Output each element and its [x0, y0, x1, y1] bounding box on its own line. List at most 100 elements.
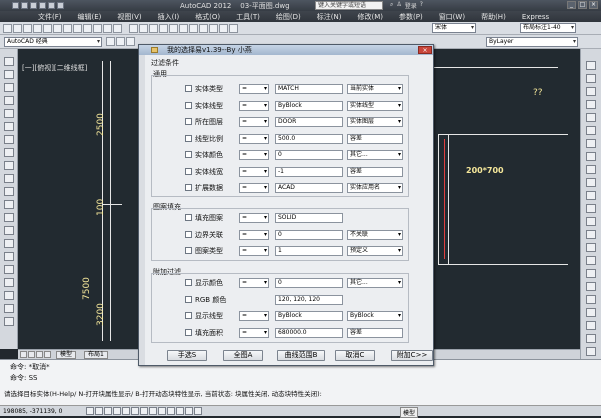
operator-dropdown[interactable]: = — [239, 183, 269, 193]
operator-dropdown[interactable]: = — [239, 229, 269, 240]
prev-tab-icon[interactable] — [28, 351, 35, 358]
operator-dropdown[interactable]: = — [239, 311, 269, 321]
linetype-dropdown[interactable]: ByLayer — [486, 37, 578, 47]
tab-layout1[interactable]: 布局1 — [84, 351, 108, 359]
menu-item[interactable]: 文件(F) — [30, 12, 70, 22]
menu-item[interactable]: 格式(O) — [187, 12, 228, 22]
filter-checkbox[interactable] — [185, 214, 192, 221]
ortho-icon[interactable] — [104, 407, 112, 415]
markup-icon[interactable] — [209, 24, 218, 33]
point-icon[interactable] — [4, 226, 14, 235]
undo-icon[interactable] — [103, 24, 112, 33]
filter-value-field[interactable]: MATCH — [275, 84, 343, 94]
curve-range-button[interactable]: 曲线范围B — [277, 350, 325, 361]
filter-checkbox[interactable] — [185, 279, 192, 286]
operator-dropdown[interactable]: = — [239, 278, 269, 288]
circle-icon[interactable] — [4, 135, 14, 144]
scale-icon[interactable] — [586, 152, 596, 161]
quick-select-icon[interactable] — [586, 321, 596, 330]
layout-dropdown[interactable]: 布局标注1-40 — [520, 23, 576, 33]
zoom-window-icon[interactable] — [149, 24, 158, 33]
filter-checkbox[interactable] — [185, 230, 192, 238]
minimize-icon[interactable]: _ — [567, 1, 576, 9]
make-block-icon[interactable] — [4, 213, 14, 222]
design-center-icon[interactable] — [179, 24, 188, 33]
trim-icon[interactable] — [586, 178, 596, 187]
break-icon[interactable] — [586, 217, 596, 226]
filter-mode-field[interactable]: 实体应用名 — [347, 183, 403, 193]
filter-value-field[interactable]: 120, 120, 120 — [275, 294, 343, 305]
operator-dropdown[interactable]: = — [239, 100, 269, 111]
save-icon[interactable] — [30, 2, 37, 9]
menu-item[interactable]: 插入(I) — [150, 12, 188, 22]
zoom-extents-icon[interactable] — [586, 334, 596, 343]
filter-value-field[interactable]: SOLID — [275, 213, 343, 223]
match-prop-icon[interactable] — [586, 308, 596, 317]
fillet-icon[interactable] — [586, 256, 596, 265]
copy-icon[interactable] — [73, 24, 82, 33]
operator-dropdown[interactable]: = — [239, 150, 269, 160]
filter-checkbox[interactable] — [185, 134, 192, 142]
menu-item[interactable]: Express — [514, 13, 557, 21]
erase-icon[interactable] — [586, 61, 596, 70]
search-input[interactable]: 键入关键字或短语 — [315, 1, 383, 10]
ducs-icon[interactable] — [149, 407, 157, 415]
redo-icon[interactable] — [48, 2, 55, 9]
extend-icon[interactable] — [586, 191, 596, 200]
ellipse-arc-icon[interactable] — [4, 187, 14, 196]
filter-mode-field[interactable]: ByBlock — [347, 311, 403, 321]
menu-item[interactable]: 窗口(W) — [431, 12, 473, 22]
layer-icon[interactable] — [116, 37, 125, 46]
rectangle-icon[interactable] — [4, 109, 14, 118]
operator-dropdown[interactable]: = — [239, 117, 269, 127]
operator-dropdown[interactable]: = — [239, 213, 269, 223]
operator-dropdown[interactable]: = — [239, 84, 269, 94]
mtext-icon[interactable] — [4, 291, 14, 300]
filter-mode-field[interactable]: 当前实体 — [347, 84, 403, 94]
menu-item[interactable]: 工具(T) — [228, 12, 268, 22]
select-all-icon[interactable] — [586, 347, 596, 356]
filter-checkbox[interactable] — [185, 247, 192, 254]
rotate-icon[interactable] — [586, 139, 596, 148]
filter-checkbox[interactable] — [185, 295, 192, 303]
workspace-dropdown[interactable]: AutoCAD 经典 — [4, 37, 102, 47]
menu-item[interactable]: 帮助(H) — [473, 12, 514, 22]
filter-mode-field[interactable]: 不关联 — [347, 229, 403, 240]
transparency-icon[interactable] — [176, 407, 184, 415]
open-file-icon[interactable] — [21, 2, 28, 9]
mirror-icon[interactable] — [586, 87, 596, 96]
osnap-icon[interactable] — [122, 407, 130, 415]
menu-item[interactable]: 参数(P) — [391, 12, 431, 22]
add-icon[interactable] — [4, 304, 14, 313]
open-icon[interactable] — [13, 24, 22, 33]
layer-state-icon[interactable] — [126, 37, 135, 46]
array-icon[interactable] — [586, 113, 596, 122]
redo-icon[interactable] — [113, 24, 122, 33]
lineweight-icon[interactable] — [167, 407, 175, 415]
font-dropdown[interactable]: 宋体 — [432, 23, 476, 33]
explode-icon[interactable] — [586, 282, 596, 291]
arc-icon[interactable] — [4, 122, 14, 131]
filter-value-field[interactable]: ByBlock — [275, 100, 343, 111]
tab-model[interactable]: 模型 — [56, 351, 77, 359]
properties-icon[interactable] — [169, 24, 178, 33]
filter-checkbox[interactable] — [185, 328, 192, 336]
otrack-icon[interactable] — [140, 407, 148, 415]
polygon-icon[interactable] — [4, 96, 14, 105]
dialog-title-bar[interactable]: 我的选择易v1.39--By 小燕 × — [139, 45, 433, 55]
extra-button[interactable]: 附加C>> — [391, 350, 433, 361]
filter-mode-field[interactable]: 容差 — [347, 133, 403, 144]
pan-icon[interactable] — [129, 24, 138, 33]
model-toggle[interactable]: 模型 — [400, 407, 419, 418]
cut-icon[interactable] — [63, 24, 72, 33]
menu-item[interactable]: 修改(M) — [349, 12, 391, 22]
filter-mode-field[interactable]: 容差 — [347, 327, 403, 338]
filter-checkbox[interactable] — [185, 184, 192, 191]
gradient-icon[interactable] — [4, 252, 14, 261]
filter-checkbox[interactable] — [185, 118, 192, 125]
filter-mode-field[interactable]: 实体图层 — [347, 117, 403, 127]
polyline-icon[interactable] — [4, 83, 14, 92]
user-icon[interactable]: ♙ — [396, 1, 401, 10]
copy-object-icon[interactable] — [586, 74, 596, 83]
paste-icon[interactable] — [83, 24, 92, 33]
